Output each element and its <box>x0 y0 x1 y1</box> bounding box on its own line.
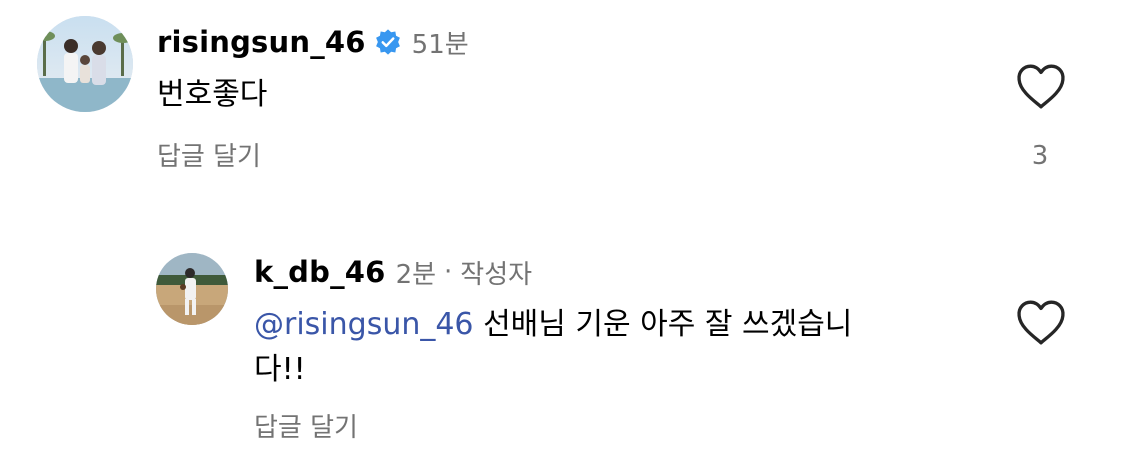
heart-outline-icon <box>1017 300 1065 345</box>
comment-time: 51분 <box>411 29 469 60</box>
avatar[interactable] <box>156 253 228 325</box>
username[interactable]: risingsun_46 <box>157 25 366 59</box>
comment-text: @risingsun_46 선배님 기운 아주 잘 쓰겠습니 다!! <box>254 302 974 392</box>
reply-comment: k_db_46 2분 · 작성자 @risingsun_46 선배님 기운 아주… <box>0 230 1125 463</box>
username[interactable]: k_db_46 <box>254 255 386 289</box>
comment-text-line-2: 다!! <box>254 352 306 387</box>
comment-text-line-1: @risingsun_46 선배님 기운 아주 잘 쓰겠습니 <box>254 302 974 347</box>
meta-separator: · <box>444 257 453 287</box>
verified-badge-icon <box>374 28 402 56</box>
comment-text-body: 선배님 기운 아주 잘 쓰겠습니 <box>473 307 853 342</box>
author-badge: 작성자 <box>460 259 533 290</box>
comment-header: k_db_46 2분 · 작성자 <box>254 252 532 292</box>
comment-header: risingsun_46 51분 <box>157 22 469 62</box>
comment: risingsun_46 51분 번호좋다 답글 달기 3 <box>0 0 1125 200</box>
reply-button[interactable]: 답글 달기 <box>254 407 358 444</box>
comments-page: risingsun_46 51분 번호좋다 답글 달기 3 k_db_46 2분… <box>0 0 1125 463</box>
heart-outline-icon <box>1017 64 1065 109</box>
avatar[interactable] <box>37 16 133 112</box>
comment-time: 2분 <box>395 259 437 290</box>
like-count: 3 <box>1031 141 1049 171</box>
like-button[interactable] <box>1016 64 1066 110</box>
comment-text: 번호좋다 <box>157 77 268 112</box>
mention-link[interactable]: @risingsun_46 <box>254 307 474 342</box>
reply-button[interactable]: 답글 달기 <box>157 136 261 173</box>
avatar-photo <box>156 253 228 325</box>
avatar-photo <box>37 16 133 112</box>
like-button[interactable] <box>1016 300 1066 346</box>
